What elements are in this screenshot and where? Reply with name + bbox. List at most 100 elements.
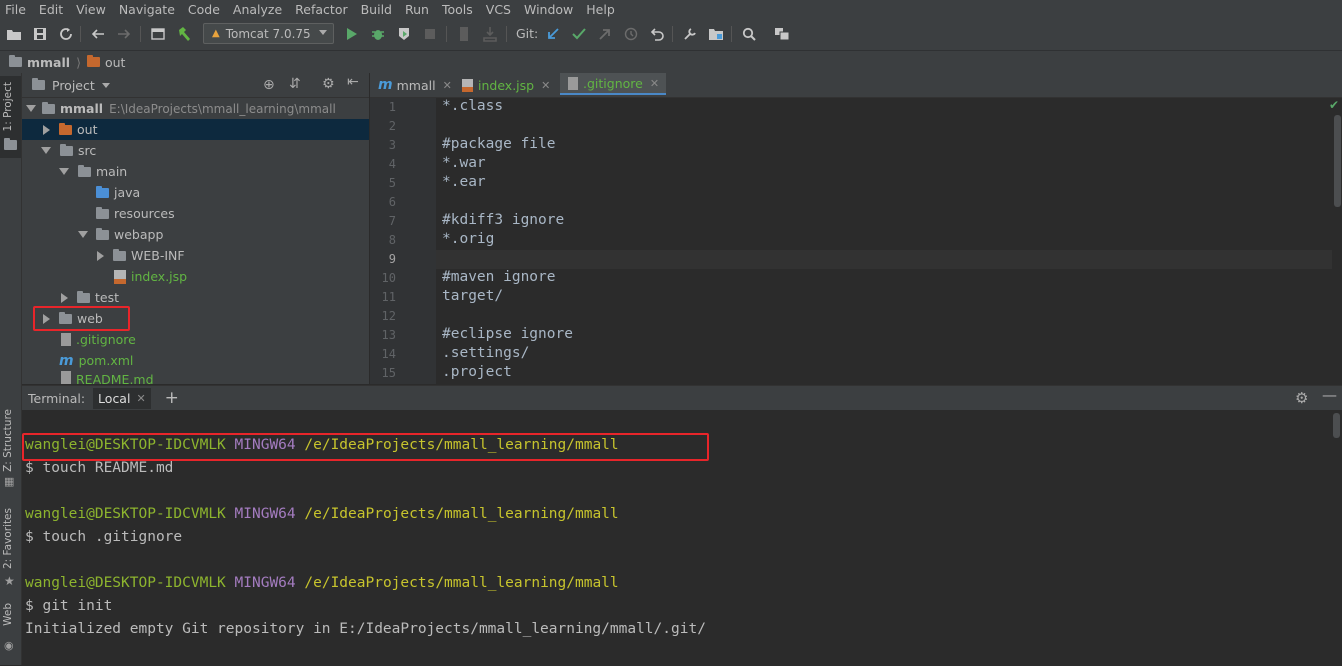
tree-item-web-inf[interactable]: WEB-INF <box>22 245 369 266</box>
tree-item-resources[interactable]: resources <box>22 203 369 224</box>
command-line: $ touch .gitignore <box>25 529 183 545</box>
close-icon[interactable]: ✕ <box>541 79 550 92</box>
search-icon[interactable] <box>739 24 759 44</box>
close-icon[interactable]: ✕ <box>650 77 659 90</box>
breadcrumb-separator: ⟩ <box>76 54 81 70</box>
menu-edit[interactable]: Edit <box>33 2 70 17</box>
git-commit-icon[interactable] <box>569 24 589 44</box>
attach-debugger-icon[interactable] <box>454 24 474 44</box>
git-push-icon[interactable] <box>595 24 615 44</box>
gear-icon[interactable]: ⚙ <box>322 76 335 92</box>
tree-item-test[interactable]: test <box>22 287 369 308</box>
tab-label: mmall <box>396 77 436 93</box>
expand-arrow-icon[interactable] <box>43 124 50 135</box>
tree-item-out[interactable]: out <box>22 119 369 140</box>
tree-item-label: index.jsp <box>131 269 188 284</box>
tree-item-pom-xml[interactable]: m pom.xml <box>22 350 369 371</box>
close-icon[interactable]: ✕ <box>136 392 145 405</box>
git-label: Git: <box>516 26 539 41</box>
web-tool-tab[interactable]: Web ◉ <box>0 603 21 663</box>
breadcrumb-project[interactable]: mmall <box>27 55 70 70</box>
deploy-icon[interactable] <box>480 24 500 44</box>
editor-scrollbar[interactable] <box>1334 115 1341 207</box>
close-icon[interactable]: ✕ <box>443 79 452 92</box>
build-hammer-icon[interactable] <box>174 24 194 44</box>
menu-view[interactable]: View <box>70 2 113 17</box>
project-structure-folder-icon[interactable] <box>706 24 726 44</box>
structure-icon: ▦ <box>4 475 15 488</box>
tree-item-index-jsp[interactable]: index.jsp <box>22 266 369 287</box>
presentation-mode-icon[interactable] <box>772 24 792 44</box>
collapse-all-icon[interactable]: ⇵ <box>289 76 301 92</box>
settings-wrench-icon[interactable] <box>680 24 700 44</box>
project-view-select[interactable]: Project <box>52 78 95 93</box>
run-icon[interactable] <box>342 24 362 44</box>
menu-tools[interactable]: Tools <box>436 2 480 17</box>
gear-icon[interactable]: ⚙ <box>1295 389 1308 407</box>
forward-icon[interactable] <box>114 24 134 44</box>
run-with-coverage-icon[interactable] <box>394 24 414 44</box>
maven-m-icon: m <box>378 77 393 93</box>
menu-window[interactable]: Window <box>518 2 580 17</box>
menu-run[interactable]: Run <box>399 2 436 17</box>
chevron-down-icon[interactable] <box>101 82 110 88</box>
code-line: .settings/ <box>442 345 530 361</box>
web-tab-label: Web <box>2 603 14 626</box>
terminal-scrollbar[interactable] <box>1333 413 1340 438</box>
open-folder-icon[interactable] <box>4 24 24 44</box>
tree-item-label: resources <box>114 206 175 221</box>
sync-icon[interactable] <box>56 24 76 44</box>
tree-item-main[interactable]: main <box>22 161 369 182</box>
tab-index-jsp[interactable]: index.jsp ✕ <box>454 73 560 97</box>
terminal-tab-local[interactable]: Local ✕ <box>93 387 151 409</box>
expand-arrow-icon[interactable] <box>61 292 68 303</box>
menu-analyze[interactable]: Analyze <box>227 2 289 17</box>
project-tool-tab[interactable]: 1: Project <box>0 76 21 158</box>
menu-code[interactable]: Code <box>182 2 227 17</box>
menu-navigate[interactable]: Navigate <box>113 2 182 17</box>
menu-build[interactable]: Build <box>355 2 399 17</box>
tree-item-mmall[interactable]: mmall E:\IdeaProjects\mmall_learning\mma… <box>22 98 369 119</box>
left-tool-stripe: 1: Project Z: Structure ▦ 2: Favorites ★… <box>0 73 22 665</box>
expand-arrow-icon[interactable] <box>78 231 88 238</box>
code-area[interactable]: *.class #package file *.war *.ear #kdiff… <box>370 98 1332 384</box>
hide-panel-icon[interactable]: ⇤ <box>347 74 359 90</box>
structure-tool-tab[interactable]: Z: Structure ▦ <box>0 409 21 489</box>
git-revert-icon[interactable] <box>647 24 667 44</box>
tree-item-label: WEB-INF <box>131 248 185 263</box>
tree-item-src[interactable]: src <box>22 140 369 161</box>
stop-icon[interactable] <box>420 24 440 44</box>
project-structure-icon[interactable] <box>148 24 168 44</box>
tab-mmall[interactable]: m mmall ✕ <box>370 73 454 97</box>
new-session-plus-icon[interactable]: + <box>165 388 179 408</box>
main-toolbar: ▲ Tomcat 7.0.75 Git: <box>0 18 1342 50</box>
tree-item-label: main <box>96 164 128 179</box>
breadcrumb-folder[interactable]: out <box>105 55 125 70</box>
debug-bug-icon[interactable] <box>368 24 388 44</box>
git-history-icon[interactable] <box>621 24 641 44</box>
menu-file[interactable]: File <box>0 2 33 17</box>
save-all-icon[interactable] <box>30 24 50 44</box>
tab-label: index.jsp <box>478 77 535 93</box>
menu-help[interactable]: Help <box>580 2 622 17</box>
git-update-icon[interactable] <box>543 24 563 44</box>
locate-crosshair-icon[interactable]: ⊕ <box>263 77 275 93</box>
tree-item-readme[interactable]: README.md <box>22 371 369 384</box>
minimize-panel-icon[interactable]: — <box>1322 386 1337 404</box>
tree-item-java[interactable]: java <box>22 182 369 203</box>
tab-gitignore[interactable]: .gitignore ✕ <box>560 73 666 95</box>
menu-refactor[interactable]: Refactor <box>289 2 354 17</box>
tree-item-webapp[interactable]: webapp <box>22 224 369 245</box>
tomcat-icon: ▲ <box>212 28 220 39</box>
expand-arrow-icon[interactable] <box>59 168 69 175</box>
expand-arrow-icon[interactable] <box>41 147 51 154</box>
menu-vcs[interactable]: VCS <box>480 2 518 17</box>
run-configuration-select[interactable]: ▲ Tomcat 7.0.75 <box>203 23 334 44</box>
back-icon[interactable] <box>88 24 108 44</box>
expand-arrow-icon[interactable] <box>97 250 104 261</box>
prompt-line: wanglei@DESKTOP-IDCVMLK MINGW64 /e/IdeaP… <box>25 506 619 522</box>
tree-item-gitignore[interactable]: .gitignore <box>22 329 369 350</box>
folder-icon <box>78 164 91 177</box>
expand-arrow-icon[interactable] <box>26 105 36 112</box>
favorites-tool-tab[interactable]: 2: Favorites ★ <box>0 508 21 593</box>
